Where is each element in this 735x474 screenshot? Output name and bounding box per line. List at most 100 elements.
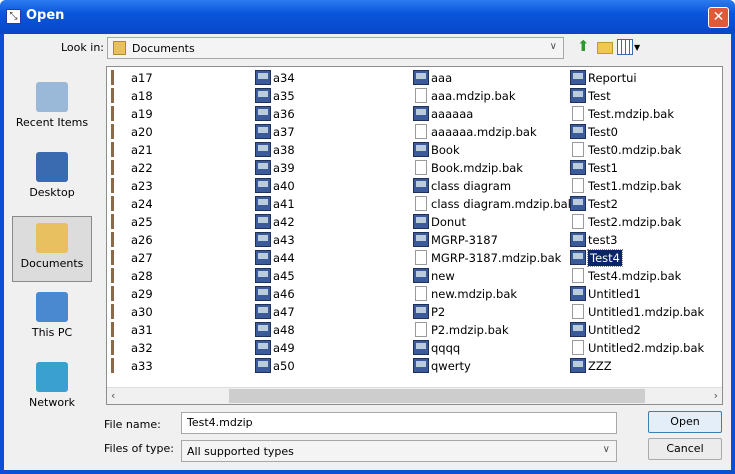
file-item[interactable]: Test2 xyxy=(568,195,722,213)
place-recent-items[interactable]: Recent Items xyxy=(12,76,92,142)
file-item[interactable]: Untitled1 xyxy=(568,285,722,303)
dropdown-arrow-icon[interactable]: ▼ xyxy=(634,43,650,59)
file-item[interactable]: a34 xyxy=(253,69,410,87)
file-item[interactable]: qqqq xyxy=(411,339,568,357)
file-item[interactable]: a27 xyxy=(111,249,268,267)
file-item[interactable]: Test2.mdzip.bak xyxy=(568,213,722,231)
file-item[interactable]: a24 xyxy=(111,195,268,213)
file-name: MGRP-3187.mdzip.bak xyxy=(431,251,562,265)
file-item[interactable]: aaaaaa.mdzip.bak xyxy=(411,123,568,141)
file-item[interactable]: a21 xyxy=(111,141,268,159)
file-item[interactable]: a45 xyxy=(253,267,410,285)
close-button[interactable]: ✕ xyxy=(708,7,729,28)
file-item[interactable]: a46 xyxy=(253,285,410,303)
file-item[interactable]: a50 xyxy=(253,357,410,375)
place-network[interactable]: Network xyxy=(12,356,92,422)
file-item[interactable]: a26 xyxy=(111,231,268,249)
up-folder-icon[interactable]: ⬆ xyxy=(577,39,593,55)
file-item[interactable]: qwerty xyxy=(411,357,568,375)
scroll-right-icon[interactable]: › xyxy=(714,389,718,402)
file-item[interactable]: a17 xyxy=(111,69,268,87)
file-item[interactable]: a22 xyxy=(111,159,268,177)
file-name: Test2 xyxy=(588,197,618,211)
open-button[interactable]: Open xyxy=(648,411,722,433)
file-item[interactable]: a29 xyxy=(111,285,268,303)
file-item[interactable]: a40 xyxy=(253,177,410,195)
file-item[interactable]: a42 xyxy=(253,213,410,231)
file-item[interactable]: Untitled2 xyxy=(568,321,722,339)
file-name: Book.mdzip.bak xyxy=(431,161,523,175)
file-item[interactable]: Untitled2.mdzip.bak xyxy=(568,339,722,357)
file-item[interactable]: a47 xyxy=(253,303,410,321)
file-item[interactable]: a28 xyxy=(111,267,268,285)
this-pc-icon xyxy=(36,292,68,322)
file-item[interactable]: a35 xyxy=(253,87,410,105)
file-item[interactable]: Untitled1.mdzip.bak xyxy=(568,303,722,321)
file-item[interactable]: a18 xyxy=(111,87,268,105)
file-item[interactable]: a36 xyxy=(253,105,410,123)
new-folder-icon[interactable] xyxy=(597,42,613,54)
file-name: a20 xyxy=(131,125,153,139)
file-item[interactable]: Test xyxy=(568,87,722,105)
file-item[interactable]: new xyxy=(411,267,568,285)
file-item[interactable]: Donut xyxy=(411,213,568,231)
file-item[interactable]: class diagram xyxy=(411,177,568,195)
file-item[interactable]: new.mdzip.bak xyxy=(411,285,568,303)
file-item[interactable]: a19 xyxy=(111,105,268,123)
file-item[interactable]: a23 xyxy=(111,177,268,195)
file-item[interactable]: a44 xyxy=(253,249,410,267)
file-item[interactable]: a32 xyxy=(111,339,268,357)
horizontal-scrollbar[interactable]: ‹ › xyxy=(107,387,722,404)
look-in-combo[interactable]: Documents ∨ xyxy=(107,37,564,59)
file-item[interactable]: aaa.mdzip.bak xyxy=(411,87,568,105)
place-documents[interactable]: Documents xyxy=(12,216,92,282)
file-item[interactable]: Reportui xyxy=(568,69,722,87)
file-item[interactable]: a25 xyxy=(111,213,268,231)
scrollbar-thumb[interactable] xyxy=(229,389,645,403)
file-item[interactable]: aaaaaa xyxy=(411,105,568,123)
file-item[interactable]: Test.mdzip.bak xyxy=(568,105,722,123)
place-this-pc[interactable]: This PC xyxy=(12,286,92,352)
scroll-left-icon[interactable]: ‹ xyxy=(111,389,115,402)
file-item[interactable]: a37 xyxy=(253,123,410,141)
file-name: a31 xyxy=(131,323,153,337)
file-item[interactable]: Test0.mdzip.bak xyxy=(568,141,722,159)
file-item[interactable]: aaa xyxy=(411,69,568,87)
file-item[interactable]: a31 xyxy=(111,321,268,339)
document-icon xyxy=(415,124,427,139)
place-desktop[interactable]: Desktop xyxy=(12,146,92,212)
file-item[interactable]: P2.mdzip.bak xyxy=(411,321,568,339)
file-item[interactable]: Test4.mdzip.bak xyxy=(568,267,722,285)
mdzip-file-icon xyxy=(255,196,271,211)
file-name: P2.mdzip.bak xyxy=(431,323,509,337)
file-item[interactable]: Test1 xyxy=(568,159,722,177)
file-item[interactable]: test3 xyxy=(568,231,722,249)
file-item[interactable]: MGRP-3187.mdzip.bak xyxy=(411,249,568,267)
file-item[interactable]: a49 xyxy=(253,339,410,357)
file-item[interactable]: a38 xyxy=(253,141,410,159)
file-item[interactable]: Book xyxy=(411,141,568,159)
file-item[interactable]: class diagram.mdzip.bak xyxy=(411,195,574,213)
file-item[interactable]: Test0 xyxy=(568,123,722,141)
file-item[interactable]: a48 xyxy=(253,321,410,339)
file-item[interactable]: a41 xyxy=(253,195,410,213)
mdzip-file-icon xyxy=(413,340,429,355)
view-menu-icon[interactable] xyxy=(617,39,633,55)
file-item[interactable]: a39 xyxy=(253,159,410,177)
cancel-button[interactable]: Cancel xyxy=(648,438,722,460)
file-item[interactable]: a30 xyxy=(111,303,268,321)
file-item[interactable]: ZZZ xyxy=(568,357,722,375)
file-item[interactable]: a20 xyxy=(111,123,268,141)
file-name: a24 xyxy=(131,197,153,211)
file-item[interactable]: MGRP-3187 xyxy=(411,231,568,249)
file-item[interactable]: Book.mdzip.bak xyxy=(411,159,568,177)
file-item[interactable]: Test4 xyxy=(568,249,722,267)
file-item[interactable]: a33 xyxy=(111,357,268,375)
file-item[interactable]: Test1.mdzip.bak xyxy=(568,177,722,195)
file-item[interactable]: a43 xyxy=(253,231,410,249)
file-name: Donut xyxy=(431,215,466,229)
file-name-input[interactable]: Test4.mdzip xyxy=(181,412,617,434)
file-item[interactable]: P2 xyxy=(411,303,568,321)
file-type-combo[interactable]: All supported types ∨ xyxy=(181,440,617,462)
file-list[interactable]: a17 a18 a19 a20 a21 a22 a23 a24 a25 a26 a27 a28 a29 a… xyxy=(106,66,723,405)
